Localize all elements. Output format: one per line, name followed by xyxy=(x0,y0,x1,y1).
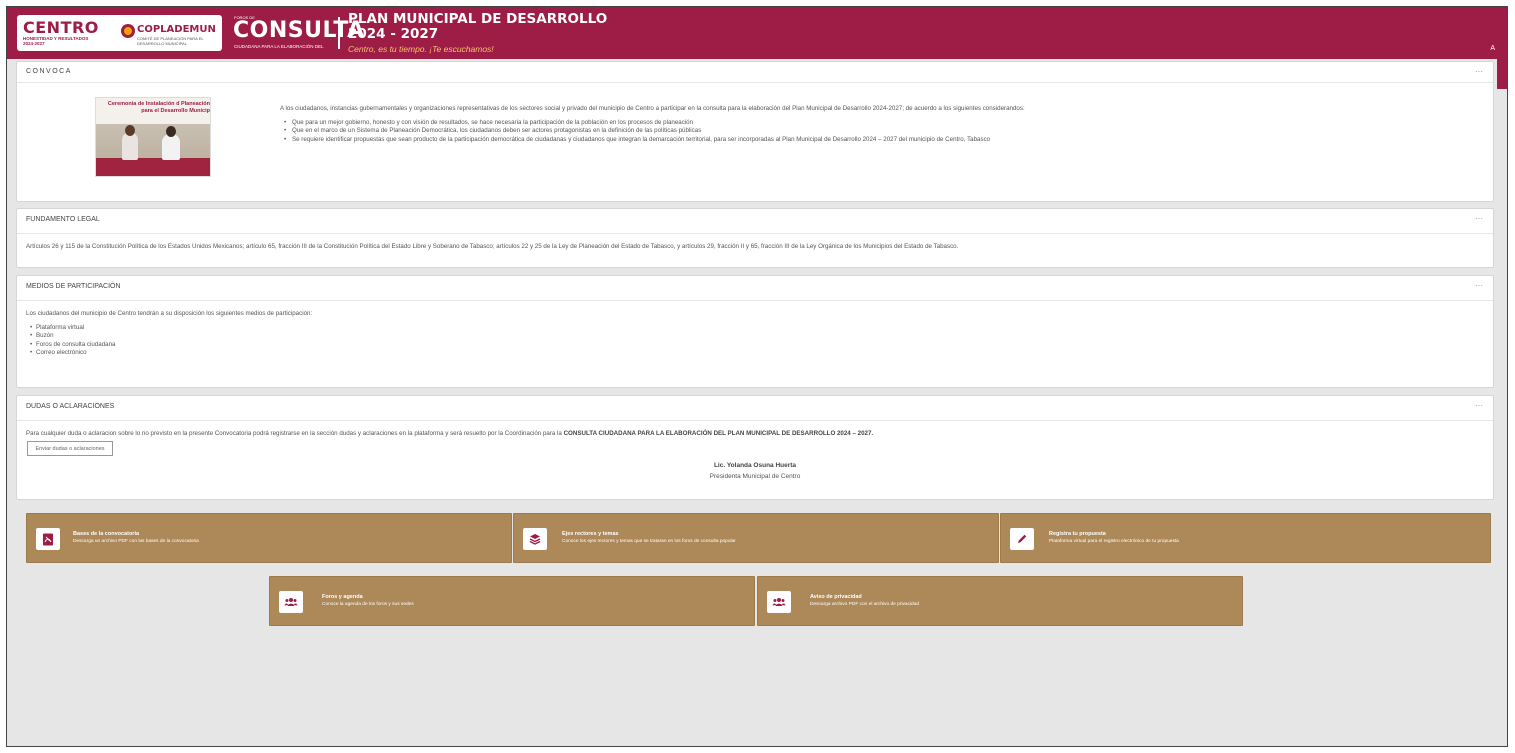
tile-foros-agenda[interactable]: Foros y agenda Conoce la agenda de los f… xyxy=(269,576,755,626)
fundamento-text: Artículos 26 y 115 de la Constitución Po… xyxy=(26,243,959,250)
list-item: Se requiere identificar propuestas que s… xyxy=(280,136,1480,145)
medios-title: MEDIOS DE PARTICIPACIÓN xyxy=(26,283,121,290)
coplademun-logo: COPLADEMUN xyxy=(137,24,216,35)
tile-subtitle: Descarga archivo PDF con el archivo de p… xyxy=(810,602,920,607)
card-divider xyxy=(17,420,1493,421)
plan-title: PLAN MUNICIPAL DE DESARROLLO 2024 - 2027 xyxy=(348,11,608,42)
medios-intro: Los ciudadanos del municipio de Centro t… xyxy=(26,310,313,317)
list-item: Plataforma virtual xyxy=(26,324,1486,333)
card-divider xyxy=(17,82,1493,83)
dudas-text-bold: CONSULTA CIUDADANA PARA LA ELABORACIÓN D… xyxy=(563,430,874,437)
layers-icon xyxy=(523,528,547,550)
convoca-intro: A los ciudadanos, instancias gubernament… xyxy=(280,105,1025,112)
signer-name: Lic. Yolanda Osuna Huerta xyxy=(713,462,797,469)
convoca-menu-icon[interactable]: ··· xyxy=(1475,67,1483,76)
ceremony-image-caption: Ceremonia de Instalación d Planeación pa… xyxy=(107,101,210,114)
consulta-subtitle: CIUDADANA PARA LA ELABORACIÓN DEL xyxy=(234,44,324,49)
users-icon xyxy=(279,591,303,613)
convoca-card: CONVOCA ··· Ceremonia de Instalación d P… xyxy=(16,61,1494,202)
fundamento-menu-icon[interactable]: ··· xyxy=(1475,214,1483,223)
photo-person-right xyxy=(162,134,180,160)
header-scroll-strip xyxy=(1497,59,1507,89)
medios-text-block: Los ciudadanos del municipio de Centro t… xyxy=(26,310,1486,358)
medios-card: MEDIOS DE PARTICIPACIÓN ··· Los ciudadan… xyxy=(16,275,1494,388)
signer-role: Presidenta Municipal de Centro xyxy=(709,473,801,480)
dudas-text: Para cualquier duda o aclaracion sobre l… xyxy=(26,430,1486,439)
dudas-menu-icon[interactable]: ··· xyxy=(1475,401,1483,410)
tile-subtitle: Descarga un archivo PDF con las bases de… xyxy=(73,539,199,544)
pdf-icon xyxy=(36,528,60,550)
header-divider xyxy=(338,17,340,49)
tile-title: Registra tu propuesta xyxy=(1049,531,1106,537)
centro-logo-subtitle: HONESTIDAD Y RESULTADOS 2024-2027 xyxy=(23,36,89,46)
list-item: Que para un mejor gobierno, honesto y co… xyxy=(280,119,1480,128)
medios-menu-icon[interactable]: ··· xyxy=(1475,281,1483,290)
photo-person-left-head xyxy=(125,125,135,136)
tile-subtitle: Conoce los ejes rectores y temas que se … xyxy=(562,539,736,544)
coplademun-logo-icon xyxy=(121,24,135,38)
coplademun-subtitle: COMITÉ DE PLANEACIÓN PARA EL DESARROLLO … xyxy=(137,36,204,46)
fundamento-card: FUNDAMENTO LEGAL ··· Artículos 26 y 115 … xyxy=(16,208,1494,268)
centro-logo: CENTRO xyxy=(23,18,99,37)
plan-slogan: Centro, es tu tiempo. ¡Te escuchamos! xyxy=(348,44,494,54)
ceremony-image: Ceremonia de Instalación d Planeación pa… xyxy=(95,97,211,177)
convoca-title: CONVOCA xyxy=(26,68,72,75)
dudas-title: DUDAS O ACLARACIONES xyxy=(26,403,115,410)
consulta-title: CONSULTA xyxy=(233,18,365,43)
list-item: Correo electrónico xyxy=(26,349,1486,358)
list-item: Buzón xyxy=(26,332,1486,341)
tile-bases-convocatoria[interactable]: Bases de la convocatoria Descarga un arc… xyxy=(26,513,512,563)
users-icon xyxy=(767,591,791,613)
tile-registra-propuesta[interactable]: Registra tu propuesta Plataforma virtual… xyxy=(1000,513,1491,563)
fundamento-title: FUNDAMENTO LEGAL xyxy=(26,216,100,223)
medios-list: Plataforma virtual Buzón Foros de consul… xyxy=(26,324,1486,358)
browser-viewport: CENTRO HONESTIDAD Y RESULTADOS 2024-2027… xyxy=(6,6,1508,747)
photo-table xyxy=(96,158,210,176)
accessibility-toggle[interactable]: A xyxy=(1490,45,1495,52)
tile-subtitle: Plataforma virtual para el registro elec… xyxy=(1049,539,1179,544)
photo-person-left xyxy=(122,132,138,160)
tile-ejes-rectores[interactable]: Ejes rectores y temas Conoce los ejes re… xyxy=(513,513,999,563)
tile-subtitle: Conoce la agenda de los foros y sus sede… xyxy=(322,602,414,607)
list-item: Que en el marco de un Sistema de Planeac… xyxy=(280,127,1480,136)
card-divider xyxy=(17,300,1493,301)
tile-title: Ejes rectores y temas xyxy=(562,531,619,537)
tile-aviso-privacidad[interactable]: Aviso de privacidad Descarga archivo PDF… xyxy=(757,576,1243,626)
convoca-list: Que para un mejor gobierno, honesto y co… xyxy=(280,119,1480,145)
send-doubts-button[interactable]: Enviar dudas o aclaraciones xyxy=(27,441,113,456)
pencil-icon xyxy=(1010,528,1034,550)
list-item: Foros de consulta ciudadana xyxy=(26,341,1486,350)
photo-person-right-head xyxy=(166,126,176,137)
card-divider xyxy=(17,233,1493,234)
logos-box[interactable]: CENTRO HONESTIDAD Y RESULTADOS 2024-2027… xyxy=(17,15,222,51)
tile-title: Foros y agenda xyxy=(322,594,363,600)
dudas-card: DUDAS O ACLARACIONES ··· Para cualquier … xyxy=(16,395,1494,500)
site-header: CENTRO HONESTIDAD Y RESULTADOS 2024-2027… xyxy=(7,7,1507,59)
convoca-text-block: A los ciudadanos, instancias gubernament… xyxy=(280,105,1480,144)
tile-title: Aviso de privacidad xyxy=(810,594,862,600)
dudas-text-main: Para cualquier duda o aclaracion sobre l… xyxy=(26,430,564,437)
tile-title: Bases de la convocatoria xyxy=(73,531,140,537)
